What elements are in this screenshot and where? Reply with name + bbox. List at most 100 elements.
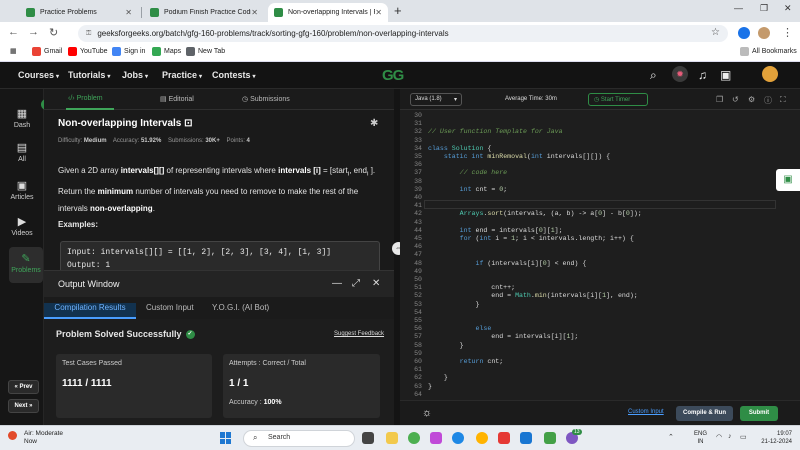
- file-explorer-icon[interactable]: [386, 432, 398, 444]
- bookmark-new-tab[interactable]: New Tab: [186, 47, 225, 56]
- start-timer-button[interactable]: ◷ Start Timer: [588, 93, 648, 106]
- line-number: 39: [414, 185, 422, 193]
- sidebar-item-problems[interactable]: ✎ Problems: [9, 247, 43, 283]
- settings-icon[interactable]: ⚙: [748, 95, 755, 104]
- sidebar-item-dash[interactable]: ▦ Dash: [0, 107, 44, 129]
- sidebar-item-all[interactable]: ▤ All: [0, 141, 44, 163]
- all-bookmarks[interactable]: All Bookmarks: [740, 47, 797, 56]
- url-input[interactable]: ⚿ geeksforgeeks.org/batch/gfg-160-proble…: [78, 25, 728, 42]
- line-number: 49: [414, 267, 422, 275]
- gfg-logo[interactable]: GG: [382, 67, 404, 84]
- sidebar-item-videos[interactable]: ▶ Videos: [0, 215, 44, 237]
- wifi-icon[interactable]: ◠: [716, 433, 722, 441]
- examples-heading: Examples:: [58, 220, 99, 229]
- theme-sun-icon[interactable]: ☼: [422, 407, 432, 419]
- line-number: 53: [414, 300, 422, 308]
- back-icon[interactable]: ←: [8, 26, 19, 38]
- tray-chevron-icon[interactable]: ⌃: [668, 433, 674, 441]
- sidebar-item-articles[interactable]: ▣ Articles: [0, 179, 44, 201]
- tab-yogi-ai-bot[interactable]: Y.O.G.I. (AI Bot): [204, 303, 277, 319]
- code-line: end = intervals[i][1];: [428, 333, 579, 341]
- line-number: 41: [414, 202, 422, 210]
- code-editor[interactable]: 30 31 32 // User function Template for Java…: [400, 110, 776, 400]
- line-number: 56: [414, 325, 422, 333]
- edge-icon[interactable]: [452, 432, 464, 444]
- nav-practice[interactable]: Practice ▾: [162, 70, 202, 80]
- compile-run-button[interactable]: Compile & Run: [676, 406, 733, 421]
- task-view-icon[interactable]: [362, 432, 374, 444]
- reload-icon[interactable]: ↻: [49, 26, 58, 39]
- close-icon[interactable]: ✕: [251, 8, 258, 17]
- report-bug-icon[interactable]: ✱: [370, 118, 378, 129]
- tab-problem[interactable]: ‹/› Problem: [68, 95, 103, 102]
- copy-icon[interactable]: ❐: [716, 95, 723, 104]
- example-box: Input: intervals[][] = [[1, 2], [2, 3], …: [60, 241, 380, 270]
- minimize-icon[interactable]: —: [332, 278, 342, 289]
- bell-icon[interactable]: ♫: [698, 68, 707, 82]
- code-line: int cnt = 0;: [459, 185, 508, 193]
- next-button[interactable]: Next »: [8, 399, 39, 413]
- tab-custom-input[interactable]: Custom Input: [138, 303, 202, 319]
- notes-icon[interactable]: ▣: [720, 68, 731, 82]
- menu-kebab-icon[interactable]: ⋮: [782, 26, 793, 39]
- prev-button[interactable]: « Prev: [8, 380, 39, 394]
- close-icon[interactable]: ✕: [372, 278, 380, 289]
- clock[interactable]: 19:07 21-12-2024: [752, 430, 792, 446]
- fullscreen-icon[interactable]: ⛶: [780, 95, 786, 105]
- custom-input-link[interactable]: Custom Input: [628, 409, 664, 415]
- language-select[interactable]: Java (1.8) ▾: [410, 93, 462, 106]
- info-icon[interactable]: ⓘ: [764, 95, 772, 106]
- site-info-icon[interactable]: ⚿: [86, 30, 91, 38]
- submit-button[interactable]: Submit: [740, 406, 778, 421]
- line-number: 31: [414, 120, 422, 128]
- battery-icon[interactable]: ▭: [740, 433, 747, 441]
- extension-icon[interactable]: [738, 27, 750, 39]
- forward-icon[interactable]: →: [28, 26, 39, 38]
- bookmark-star-icon[interactable]: ☆: [711, 27, 720, 38]
- close-icon[interactable]: ✕: [375, 8, 382, 17]
- restore-icon[interactable]: ↺: [732, 95, 739, 104]
- suggest-feedback-link[interactable]: Suggest Feedback: [334, 331, 384, 337]
- tab-podium-finish[interactable]: Podium Finish Practice Coding ✕: [144, 3, 264, 22]
- apps-icon[interactable]: ▦: [10, 47, 17, 55]
- search-icon[interactable]: ⌕: [650, 68, 657, 83]
- app-icon[interactable]: [498, 432, 510, 444]
- nav-jobs[interactable]: Jobs ▾: [122, 70, 148, 80]
- tab-submissions[interactable]: ◷ Submissions: [242, 95, 290, 103]
- user-avatar[interactable]: [762, 66, 778, 82]
- nav-tutorials[interactable]: Tutorials ▾: [68, 70, 110, 80]
- theme-toggle-icon[interactable]: ✹: [672, 66, 688, 82]
- profile-avatar[interactable]: [758, 27, 770, 39]
- bookmark-icon[interactable]: ⊡: [184, 118, 192, 129]
- tab-editorial[interactable]: ▤ Editorial: [160, 95, 194, 103]
- bookmark-youtube[interactable]: YouTube: [68, 47, 108, 56]
- expand-icon[interactable]: ⤢: [352, 278, 360, 289]
- close-icon[interactable]: ✕: [125, 8, 132, 17]
- vscode-icon[interactable]: [520, 432, 532, 444]
- volume-icon[interactable]: ♪: [728, 433, 732, 440]
- weather-widget[interactable]: Air: Moderate Now: [8, 430, 63, 446]
- nav-contests[interactable]: Contests ▾: [212, 70, 256, 80]
- bookmark-gmail[interactable]: Gmail: [32, 47, 62, 56]
- line-number: 37: [414, 169, 422, 177]
- minimize-icon[interactable]: —: [734, 3, 743, 13]
- tab-practice-problems[interactable]: Practice Problems ✕: [20, 3, 138, 22]
- chrome-icon[interactable]: [408, 432, 420, 444]
- problem-panel: Non-overlapping Intervals ⊡ ✱ Difficulty…: [44, 110, 394, 270]
- taskbar-search[interactable]: ⌕ Search: [243, 430, 355, 447]
- windows-start-icon[interactable]: [220, 432, 232, 444]
- maximize-icon[interactable]: ❐: [760, 3, 768, 14]
- tab-non-overlapping-intervals[interactable]: Non-overlapping Intervals | Pra ✕: [268, 3, 388, 22]
- tab-compilation-results[interactable]: Compilation Results: [44, 303, 136, 319]
- copilot-icon[interactable]: [430, 432, 442, 444]
- app-icon[interactable]: [544, 432, 556, 444]
- language-indicator[interactable]: ENG IN: [694, 430, 707, 446]
- chat-icon[interactable]: ▣: [776, 169, 800, 191]
- bookmark-maps[interactable]: Maps: [152, 47, 181, 56]
- nav-courses[interactable]: Courses ▾: [18, 70, 59, 80]
- app-icon[interactable]: [476, 432, 488, 444]
- new-tab-button[interactable]: +: [394, 3, 402, 18]
- problem-description: Given a 2D array intervals[][] of repres…: [58, 166, 376, 213]
- window-close-icon[interactable]: ✕: [784, 3, 792, 14]
- bookmark-signin[interactable]: Sign in: [112, 47, 145, 56]
